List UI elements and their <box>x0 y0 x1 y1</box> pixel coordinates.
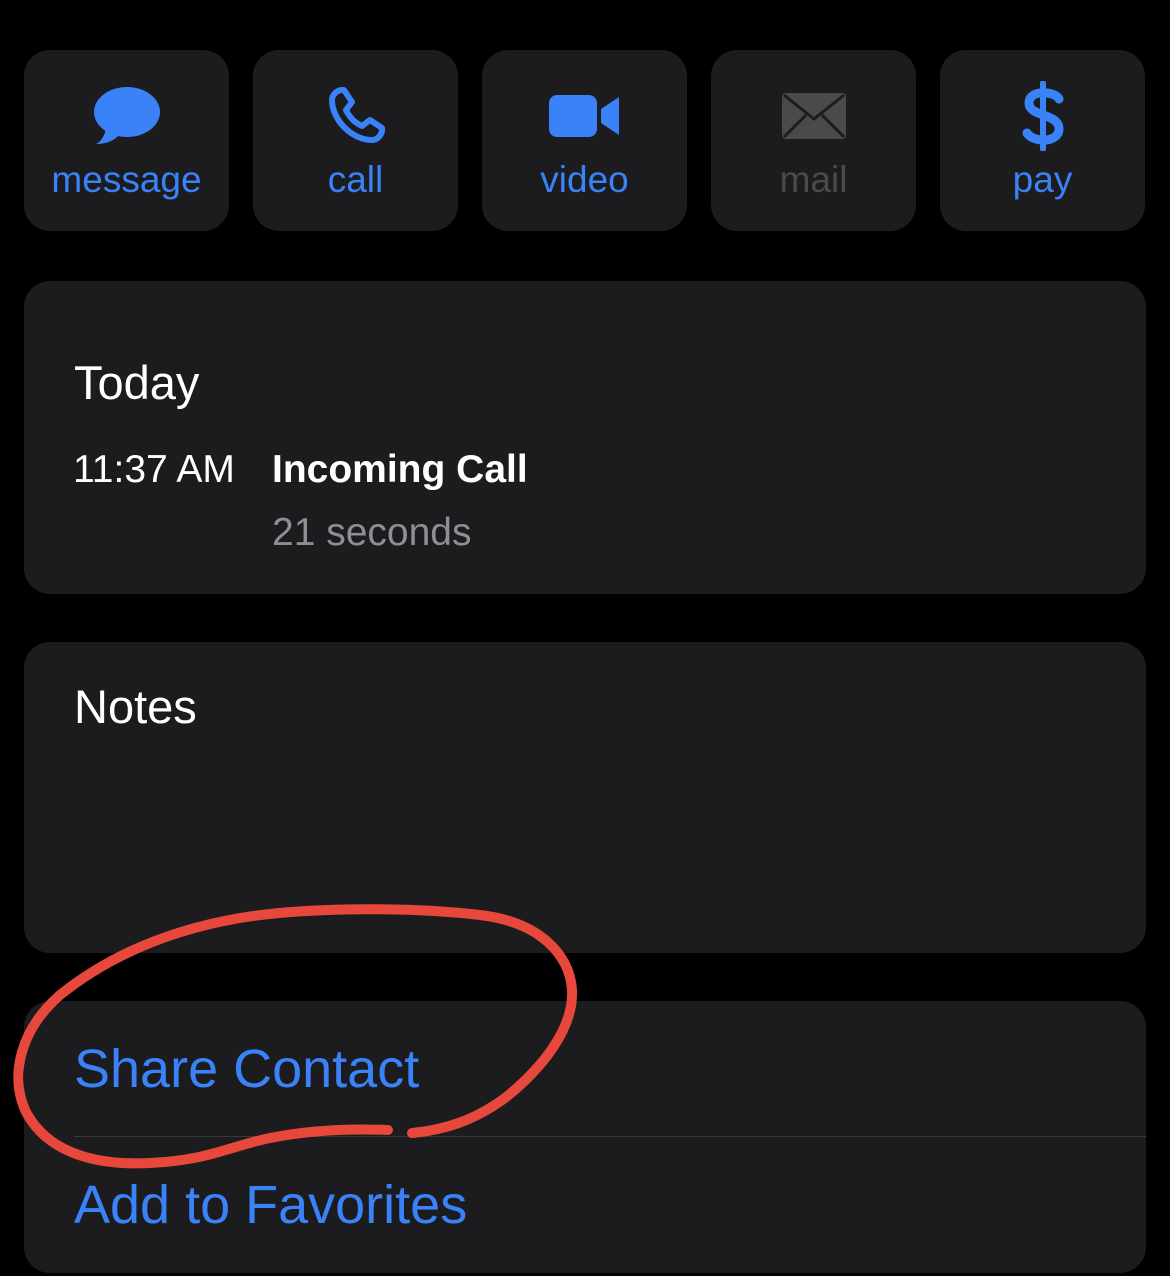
phone-icon <box>253 84 458 148</box>
contact-actions-list: Share Contact Add to Favorites <box>24 1001 1146 1273</box>
envelope-icon <box>711 84 916 148</box>
notes-heading: Notes <box>74 680 197 733</box>
call-label: call <box>327 159 384 200</box>
pay-label: pay <box>1012 159 1073 200</box>
video-button[interactable]: video <box>482 50 687 231</box>
call-time: 11:37 AM <box>73 448 235 491</box>
call-type: Incoming Call <box>272 448 528 491</box>
mail-label: mail <box>779 159 848 200</box>
pay-button[interactable]: pay <box>940 50 1145 231</box>
message-button[interactable]: message <box>24 50 229 231</box>
share-contact-button[interactable]: Share Contact <box>74 1037 419 1101</box>
recents-date-heading: Today <box>74 356 200 409</box>
message-bubble-icon <box>24 84 229 148</box>
dollar-sign-icon <box>940 81 1145 151</box>
recent-calls-card: Today 11:37 AM Incoming Call 21 seconds <box>24 281 1146 594</box>
quick-actions-row: message call video mail pay <box>24 50 1146 231</box>
call-duration: 21 seconds <box>272 511 472 554</box>
call-button[interactable]: call <box>253 50 458 231</box>
notes-field[interactable]: Notes <box>24 642 1146 953</box>
mail-button[interactable]: mail <box>711 50 916 231</box>
video-camera-icon <box>482 84 687 148</box>
list-divider <box>74 1136 1146 1137</box>
add-to-favorites-button[interactable]: Add to Favorites <box>74 1173 467 1237</box>
message-label: message <box>51 159 202 200</box>
video-label: video <box>540 159 629 200</box>
